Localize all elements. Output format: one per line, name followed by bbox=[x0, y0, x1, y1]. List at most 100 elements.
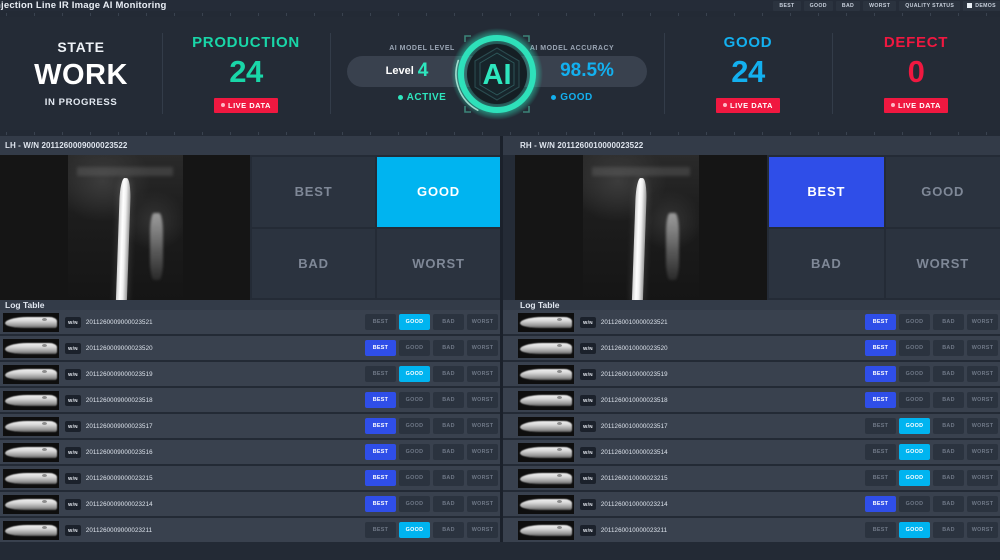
grade-chip-worst[interactable]: WORST bbox=[967, 340, 998, 356]
grade-chip-best[interactable]: BEST bbox=[865, 444, 896, 460]
grade-chip-bad[interactable]: BAD bbox=[433, 470, 464, 486]
grade-chip-worst[interactable]: WORST bbox=[967, 314, 998, 330]
grade-chip-worst[interactable]: WORST bbox=[967, 392, 998, 408]
grade-chip-bad[interactable]: BAD bbox=[933, 366, 964, 382]
log-row[interactable]: W/N 2011260009000023518 BEST GOOD BAD WORST bbox=[0, 388, 500, 414]
grade-chip-good[interactable]: GOOD bbox=[899, 366, 930, 382]
row-thumbnail[interactable] bbox=[518, 416, 574, 436]
grade-chip-bad[interactable]: BAD bbox=[433, 392, 464, 408]
row-thumbnail[interactable] bbox=[518, 442, 574, 462]
grade-chip-good[interactable]: GOOD bbox=[399, 340, 430, 356]
grade-chip-good[interactable]: GOOD bbox=[399, 444, 430, 460]
grade-chip-bad[interactable]: BAD bbox=[433, 314, 464, 330]
log-row[interactable]: W/N 2011260009000023215 BEST GOOD BAD WORST bbox=[0, 466, 500, 492]
grade-chip-good[interactable]: GOOD bbox=[399, 366, 430, 382]
grade-chip-best[interactable]: BEST bbox=[865, 470, 896, 486]
log-row[interactable]: W/N 2011260009000023520 BEST GOOD BAD WORST bbox=[0, 336, 500, 362]
grade-chip-worst[interactable]: WORST bbox=[967, 496, 998, 512]
grade-chip-good[interactable]: GOOD bbox=[399, 496, 430, 512]
grade-chip-good[interactable]: GOOD bbox=[899, 314, 930, 330]
grade-chip-worst[interactable]: WORST bbox=[967, 470, 998, 486]
log-row[interactable]: W/N 2011260009000023519 BEST GOOD BAD WORST bbox=[0, 362, 500, 388]
grade-chip-good[interactable]: GOOD bbox=[899, 496, 930, 512]
log-row[interactable]: W/N 2011260010000023520 BEST GOOD BAD WORST bbox=[503, 336, 1000, 362]
row-thumbnail[interactable] bbox=[518, 312, 574, 332]
row-thumbnail[interactable] bbox=[518, 364, 574, 384]
grade-chip-best[interactable]: BEST bbox=[365, 496, 396, 512]
ir-image-lh[interactable] bbox=[0, 155, 250, 300]
filter-button-best[interactable]: BEST bbox=[773, 0, 801, 11]
grade-chip-best[interactable]: BEST bbox=[365, 392, 396, 408]
grade-chip-bad[interactable]: BAD bbox=[933, 418, 964, 434]
filter-button-bad[interactable]: BAD bbox=[835, 0, 861, 11]
row-thumbnail[interactable] bbox=[518, 520, 574, 540]
row-thumbnail[interactable] bbox=[518, 494, 574, 514]
grade-chip-good[interactable]: GOOD bbox=[399, 418, 430, 434]
quality-status-button[interactable]: QUALITY STATUS bbox=[899, 0, 961, 11]
grade-chip-bad[interactable]: BAD bbox=[933, 314, 964, 330]
grade-chip-worst[interactable]: WORST bbox=[967, 444, 998, 460]
ir-image-rh[interactable] bbox=[515, 155, 767, 300]
log-row[interactable]: W/N 2011260010000023215 BEST GOOD BAD WORST bbox=[503, 466, 1000, 492]
row-thumbnail[interactable] bbox=[518, 468, 574, 488]
grade-chip-good[interactable]: GOOD bbox=[399, 470, 430, 486]
row-thumbnail[interactable] bbox=[3, 416, 59, 436]
grade-chip-bad[interactable]: BAD bbox=[433, 444, 464, 460]
log-row[interactable]: W/N 2011260010000023519 BEST GOOD BAD WORST bbox=[503, 362, 1000, 388]
grade-chip-best[interactable]: BEST bbox=[365, 522, 396, 538]
grade-chip-good[interactable]: GOOD bbox=[399, 392, 430, 408]
grade-chip-bad[interactable]: BAD bbox=[933, 496, 964, 512]
grade-chip-bad[interactable]: BAD bbox=[433, 522, 464, 538]
grade-chip-good[interactable]: GOOD bbox=[399, 522, 430, 538]
grade-chip-bad[interactable]: BAD bbox=[933, 392, 964, 408]
row-thumbnail[interactable] bbox=[518, 338, 574, 358]
grade-chip-worst[interactable]: WORST bbox=[967, 366, 998, 382]
grade-chip-worst[interactable]: WORST bbox=[967, 522, 998, 538]
log-row[interactable]: W/N 2011260010000023518 BEST GOOD BAD WORST bbox=[503, 388, 1000, 414]
log-row[interactable]: W/N 2011260010000023514 BEST GOOD BAD WORST bbox=[503, 440, 1000, 466]
row-thumbnail[interactable] bbox=[3, 468, 59, 488]
grade-chip-worst[interactable]: WORST bbox=[967, 418, 998, 434]
row-thumbnail[interactable] bbox=[3, 312, 59, 332]
filter-button-worst[interactable]: WORST bbox=[863, 0, 897, 11]
grade-chip-bad[interactable]: BAD bbox=[433, 366, 464, 382]
row-thumbnail[interactable] bbox=[3, 364, 59, 384]
grade-chip-bad[interactable]: BAD bbox=[433, 340, 464, 356]
grade-chip-good[interactable]: GOOD bbox=[899, 418, 930, 434]
log-row[interactable]: W/N 2011260010000023214 BEST GOOD BAD WORST bbox=[503, 492, 1000, 518]
grade-chip-best[interactable]: BEST bbox=[865, 496, 896, 512]
grade-chip-good[interactable]: GOOD bbox=[899, 444, 930, 460]
grade-chip-worst[interactable]: WORST bbox=[467, 522, 498, 538]
grade-chip-best[interactable]: BEST bbox=[865, 418, 896, 434]
grade-chip-bad[interactable]: BAD bbox=[433, 496, 464, 512]
checkbox-icon[interactable] bbox=[967, 3, 973, 8]
log-row[interactable]: W/N 2011260009000023521 BEST GOOD BAD WORST bbox=[0, 310, 500, 336]
row-thumbnail[interactable] bbox=[3, 442, 59, 462]
grade-cell-bad[interactable]: BAD bbox=[769, 228, 884, 298]
log-row[interactable]: W/N 2011260009000023516 BEST GOOD BAD WORST bbox=[0, 440, 500, 466]
row-thumbnail[interactable] bbox=[3, 338, 59, 358]
grade-chip-worst[interactable]: WORST bbox=[467, 496, 498, 512]
grade-chip-good[interactable]: GOOD bbox=[899, 522, 930, 538]
grade-chip-bad[interactable]: BAD bbox=[933, 522, 964, 538]
grade-chip-best[interactable]: BEST bbox=[365, 444, 396, 460]
grade-cell-bad[interactable]: BAD bbox=[252, 228, 375, 298]
log-row[interactable]: W/N 2011260009000023517 BEST GOOD BAD WORST bbox=[0, 414, 500, 440]
grade-chip-best[interactable]: BEST bbox=[865, 314, 896, 330]
grade-chip-best[interactable]: BEST bbox=[365, 418, 396, 434]
grade-chip-worst[interactable]: WORST bbox=[467, 418, 498, 434]
grade-chip-best[interactable]: BEST bbox=[365, 340, 396, 356]
grade-chip-worst[interactable]: WORST bbox=[467, 366, 498, 382]
grade-chip-best[interactable]: BEST bbox=[365, 314, 396, 330]
grade-cell-good[interactable]: GOOD bbox=[377, 157, 500, 227]
grade-cell-best[interactable]: BEST bbox=[769, 157, 884, 227]
log-row[interactable]: W/N 2011260010000023211 BEST GOOD BAD WORST bbox=[503, 518, 1000, 542]
grade-cell-best[interactable]: BEST bbox=[252, 157, 375, 227]
log-row[interactable]: W/N 2011260009000023211 BEST GOOD BAD WORST bbox=[0, 518, 500, 542]
row-thumbnail[interactable] bbox=[3, 520, 59, 540]
grade-chip-best[interactable]: BEST bbox=[865, 392, 896, 408]
row-thumbnail[interactable] bbox=[3, 390, 59, 410]
grade-chip-best[interactable]: BEST bbox=[365, 470, 396, 486]
grade-chip-best[interactable]: BEST bbox=[365, 366, 396, 382]
grade-chip-worst[interactable]: WORST bbox=[467, 392, 498, 408]
